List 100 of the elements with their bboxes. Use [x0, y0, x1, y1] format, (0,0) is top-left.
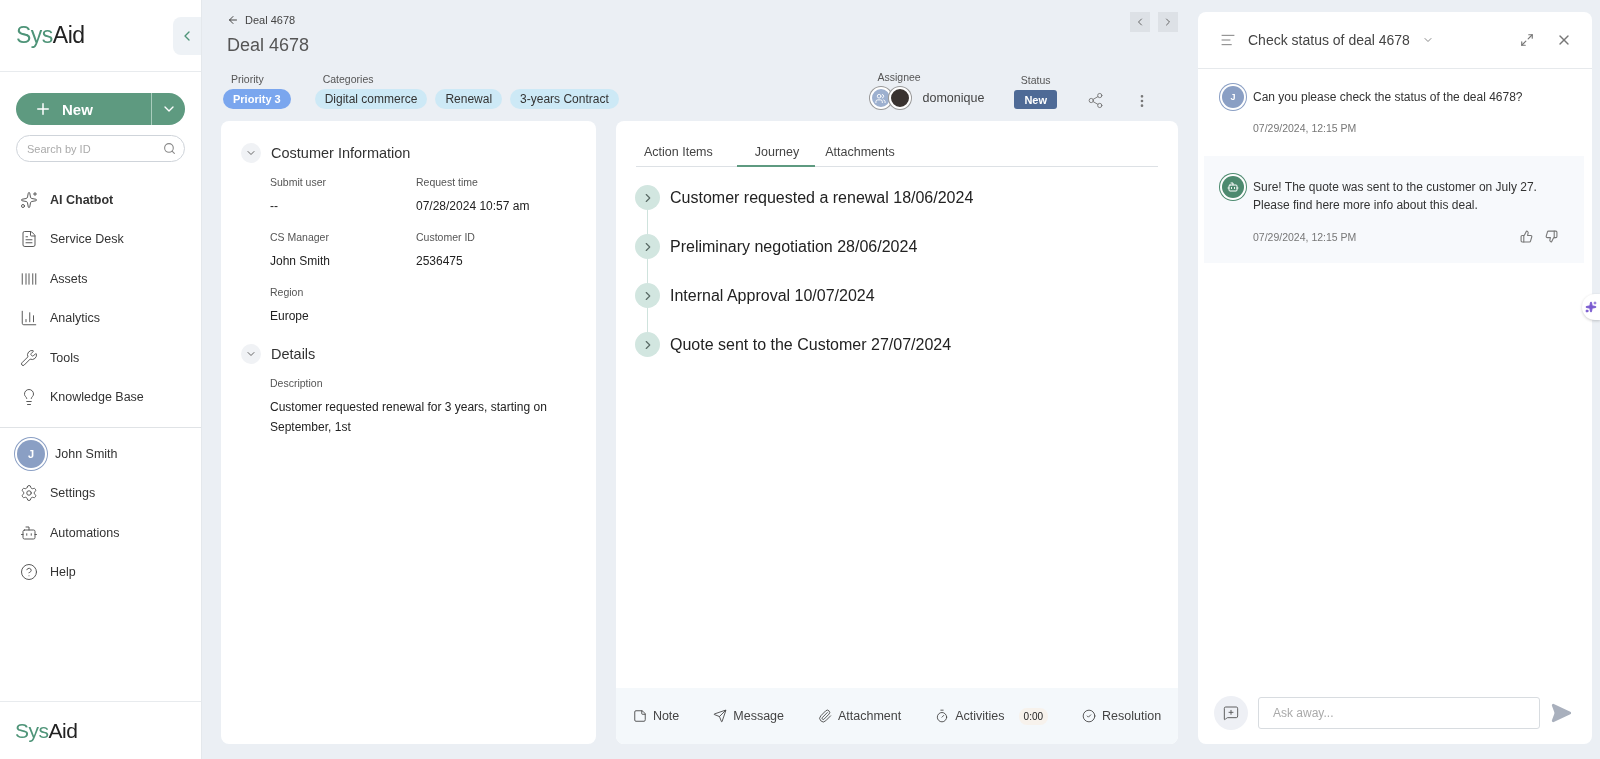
nav-item[interactable]: Analytics [0, 298, 201, 338]
field-label: Priority [230, 73, 265, 85]
field-label: CS Manager [270, 231, 330, 243]
arrow-left-icon [227, 14, 239, 26]
next-button[interactable] [1158, 12, 1178, 32]
nav-icon [20, 563, 38, 582]
share-button[interactable] [1087, 92, 1104, 109]
field-value: 2536475 [416, 253, 464, 270]
expand-step-button[interactable] [635, 185, 660, 210]
action-icon [632, 709, 647, 723]
thumbs-up-button[interactable] [1520, 230, 1533, 243]
priority-badge: Priority 3 [223, 89, 291, 109]
nav-item[interactable]: AI Chatbot [0, 180, 201, 220]
logo: SysAid [15, 718, 78, 743]
bot-icon [1227, 181, 1239, 193]
field-value: 07/28/2024 10:57 am [416, 198, 531, 215]
journey-step: Quote sent to the Customer 27/07/2024 [670, 335, 952, 354]
expand-step-button[interactable] [635, 234, 660, 259]
chat-input[interactable]: Ask away... [1258, 697, 1540, 729]
field-value: Customer requested renewal for 3 years, starting on September, 1st [270, 399, 548, 436]
expand-step-button[interactable] [635, 332, 660, 357]
journey-step: Customer requested a renewal 18/06/2024 [670, 188, 974, 207]
expand-toggle[interactable] [241, 344, 261, 364]
category-tag: Digital commerce [314, 89, 428, 109]
journey-step: Internal Approval 10/07/2024 [670, 286, 875, 305]
field-label: Description [270, 377, 324, 389]
timer-badge: 0:00 [1018, 707, 1049, 725]
action-icon [818, 709, 832, 723]
field-label: Submit user [270, 176, 328, 188]
field-value: -- [270, 198, 279, 215]
chat-message: Can you please check the status of the deal 4678? [1253, 89, 1524, 106]
expand-icon [1520, 33, 1534, 47]
collapse-button[interactable] [173, 16, 201, 55]
user-avatar: J [17, 439, 45, 468]
action-icon [935, 709, 950, 723]
field-label: Customer ID [416, 231, 476, 243]
assignee-name: domonique [922, 91, 985, 105]
sparkle-icon [1585, 301, 1597, 313]
message-time: 07/29/2024, 12:15 PM [1253, 230, 1357, 243]
field-label: Request time [416, 176, 479, 188]
field-value: Europe [270, 308, 310, 325]
action-button[interactable]: Resolution [1082, 709, 1162, 723]
logo: SysAid [16, 22, 85, 49]
thumbs-down-icon [1545, 230, 1558, 243]
nav-item[interactable]: Automations [0, 513, 201, 553]
page-title: Deal 4678 [227, 35, 310, 56]
expand-toggle[interactable] [241, 143, 261, 163]
nav-item[interactable]: Settings [0, 473, 201, 513]
nav-icon [20, 230, 38, 249]
journey-step: Preliminary negotiation 28/06/2024 [670, 237, 918, 256]
nav-icon [20, 348, 38, 367]
category-tag: 3-years Contract [510, 89, 619, 109]
expand-step-button[interactable] [635, 283, 660, 308]
tab[interactable]: Attachments [823, 145, 911, 167]
action-button[interactable]: Activities 0:00 [935, 707, 1049, 725]
back-link[interactable]: Deal 4678 [227, 12, 310, 28]
action-button[interactable]: Attachment [818, 709, 902, 723]
expand-button[interactable] [1520, 33, 1534, 47]
action-icon [1082, 709, 1097, 723]
new-chat-button[interactable] [1214, 696, 1248, 730]
plus-icon [34, 100, 52, 118]
nav-item[interactable]: Help [0, 552, 201, 592]
people-icon [875, 92, 886, 104]
field-label: Assignee [876, 71, 922, 83]
chat-icon [1220, 32, 1236, 48]
action-button[interactable]: Note [632, 709, 680, 723]
action-button[interactable]: Message [713, 709, 784, 723]
send-icon [1550, 702, 1572, 724]
share-icon [1087, 92, 1104, 109]
section-title: Details [271, 346, 316, 362]
field-label: Status [1020, 74, 1051, 86]
nav-item[interactable]: Assets [0, 259, 201, 299]
nav-item[interactable]: Knowledge Base [0, 377, 201, 417]
message-time: 07/29/2024, 12:15 PM [1253, 122, 1357, 134]
send-button[interactable] [1550, 702, 1572, 724]
section-title: Costumer Information [271, 145, 411, 161]
previous-button[interactable] [1130, 12, 1150, 32]
chat-message: Sure! The quote was sent to the customer on July 27. Please find here more info about this deal. [1253, 179, 1538, 214]
nav-item[interactable]: Tools [0, 338, 201, 378]
nav-item[interactable]: Service Desk [0, 219, 201, 259]
thumbs-down-button[interactable] [1545, 230, 1558, 243]
user-menu-item[interactable]: J John Smith [0, 434, 201, 474]
category-tag: Renewal [435, 89, 503, 109]
tab[interactable]: Journey [736, 145, 816, 167]
avatar-placeholder [888, 87, 911, 109]
nav-icon [20, 484, 38, 503]
search-field[interactable]: Search by ID [16, 135, 185, 162]
field-label: Categories [321, 73, 375, 85]
search-icon [163, 142, 176, 155]
nav-icon [20, 523, 38, 542]
tab[interactable]: Action Items [642, 145, 729, 167]
field-value: John Smith [270, 253, 332, 270]
nav-icon [20, 190, 38, 209]
chat-title[interactable]: Check status of deal 4678 [1248, 32, 1410, 48]
action-icon [713, 709, 728, 723]
field-label: Region [270, 286, 305, 298]
chat-plus-icon [1223, 705, 1239, 721]
status-badge: New [1014, 90, 1057, 109]
thumbs-up-icon [1520, 230, 1533, 243]
nav-icon [20, 309, 38, 328]
